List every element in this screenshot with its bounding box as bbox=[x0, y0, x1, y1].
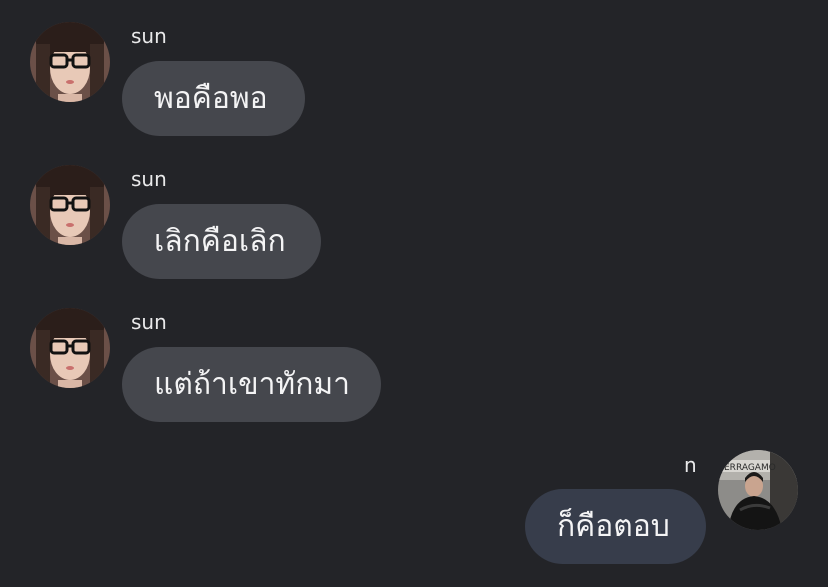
sender-avatar[interactable] bbox=[30, 165, 110, 245]
sender-name: sun bbox=[131, 24, 167, 48]
message-bubble[interactable]: พอคือพอ bbox=[122, 61, 305, 136]
message-bubble[interactable]: เลิกคือเลิก bbox=[122, 204, 321, 279]
message-bubble[interactable]: ก็คือตอบ bbox=[525, 489, 706, 564]
sender-name: sun bbox=[131, 167, 167, 191]
svg-text:ERRAGAMO: ERRAGAMO bbox=[724, 463, 776, 473]
sender-name: n bbox=[684, 453, 697, 477]
avatar-woman-glasses-image bbox=[30, 165, 110, 245]
avatar-woman-glasses-image bbox=[30, 308, 110, 388]
sender-avatar[interactable]: ERRAGAMO bbox=[718, 450, 798, 530]
avatar-woman-glasses-image bbox=[30, 22, 110, 102]
chat-thread: sun พอคือพอ sun เลิกคือเลิก sun แต่ถ้าเข… bbox=[0, 0, 828, 587]
sender-avatar[interactable] bbox=[30, 22, 110, 102]
message-bubble[interactable]: แต่ถ้าเขาทักมา bbox=[122, 347, 381, 422]
avatar-man-leather-jacket-image: ERRAGAMO bbox=[718, 450, 798, 530]
sender-name: sun bbox=[131, 310, 167, 334]
sender-avatar[interactable] bbox=[30, 308, 110, 388]
